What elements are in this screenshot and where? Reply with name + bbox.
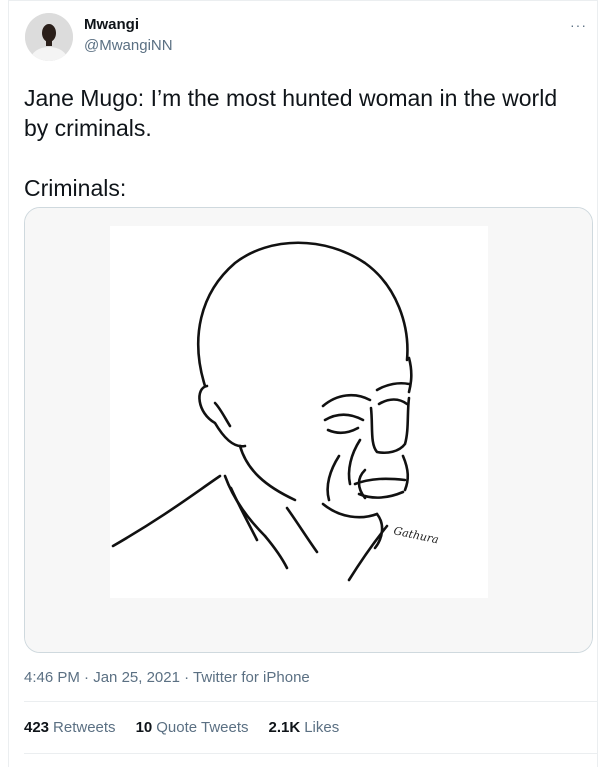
likes-count: 2.1K [268, 719, 301, 736]
sketch-drawing: Gathura [25, 208, 592, 652]
user-handle[interactable]: @MwangiNN [84, 37, 173, 54]
meta-separator: · [79, 669, 94, 686]
divider [24, 753, 597, 754]
quote-tweets-label: Quote Tweets [156, 719, 249, 736]
quote-tweets-stat[interactable]: 10 Quote Tweets [136, 719, 249, 736]
likes-label: Likes [304, 719, 340, 736]
tweet-meta: 4:46 PM · Jan 25, 2021 · Twitter for iPh… [24, 669, 310, 686]
more-options-icon[interactable]: ··· [570, 17, 587, 33]
tweet-source-link[interactable]: Twitter for iPhone [193, 669, 310, 686]
retweets-stat[interactable]: 423 Retweets [24, 719, 116, 736]
retweets-count: 423 [24, 719, 50, 736]
quote-tweets-count: 10 [135, 719, 153, 736]
tweet-text: Jane Mugo: I’m the most hunted woman in … [24, 85, 558, 201]
avatar-photo [25, 13, 73, 61]
tweet-date[interactable]: Jan 25, 2021 [93, 669, 180, 686]
tweet-image[interactable]: Gathura [24, 207, 593, 653]
divider [24, 701, 597, 702]
retweets-label: Retweets [53, 719, 116, 736]
tweet-card: Mwangi @MwangiNN ··· Jane Mugo: I’m the … [8, 0, 598, 767]
tweet-stats: 423 Retweets 10 Quote Tweets 2.1K Likes [24, 719, 359, 736]
likes-stat[interactable]: 2.1K Likes [269, 719, 340, 736]
meta-separator: · [179, 669, 194, 686]
display-name[interactable]: Mwangi [84, 16, 139, 33]
avatar[interactable] [25, 13, 73, 61]
tweet-time[interactable]: 4:46 PM [24, 669, 80, 686]
